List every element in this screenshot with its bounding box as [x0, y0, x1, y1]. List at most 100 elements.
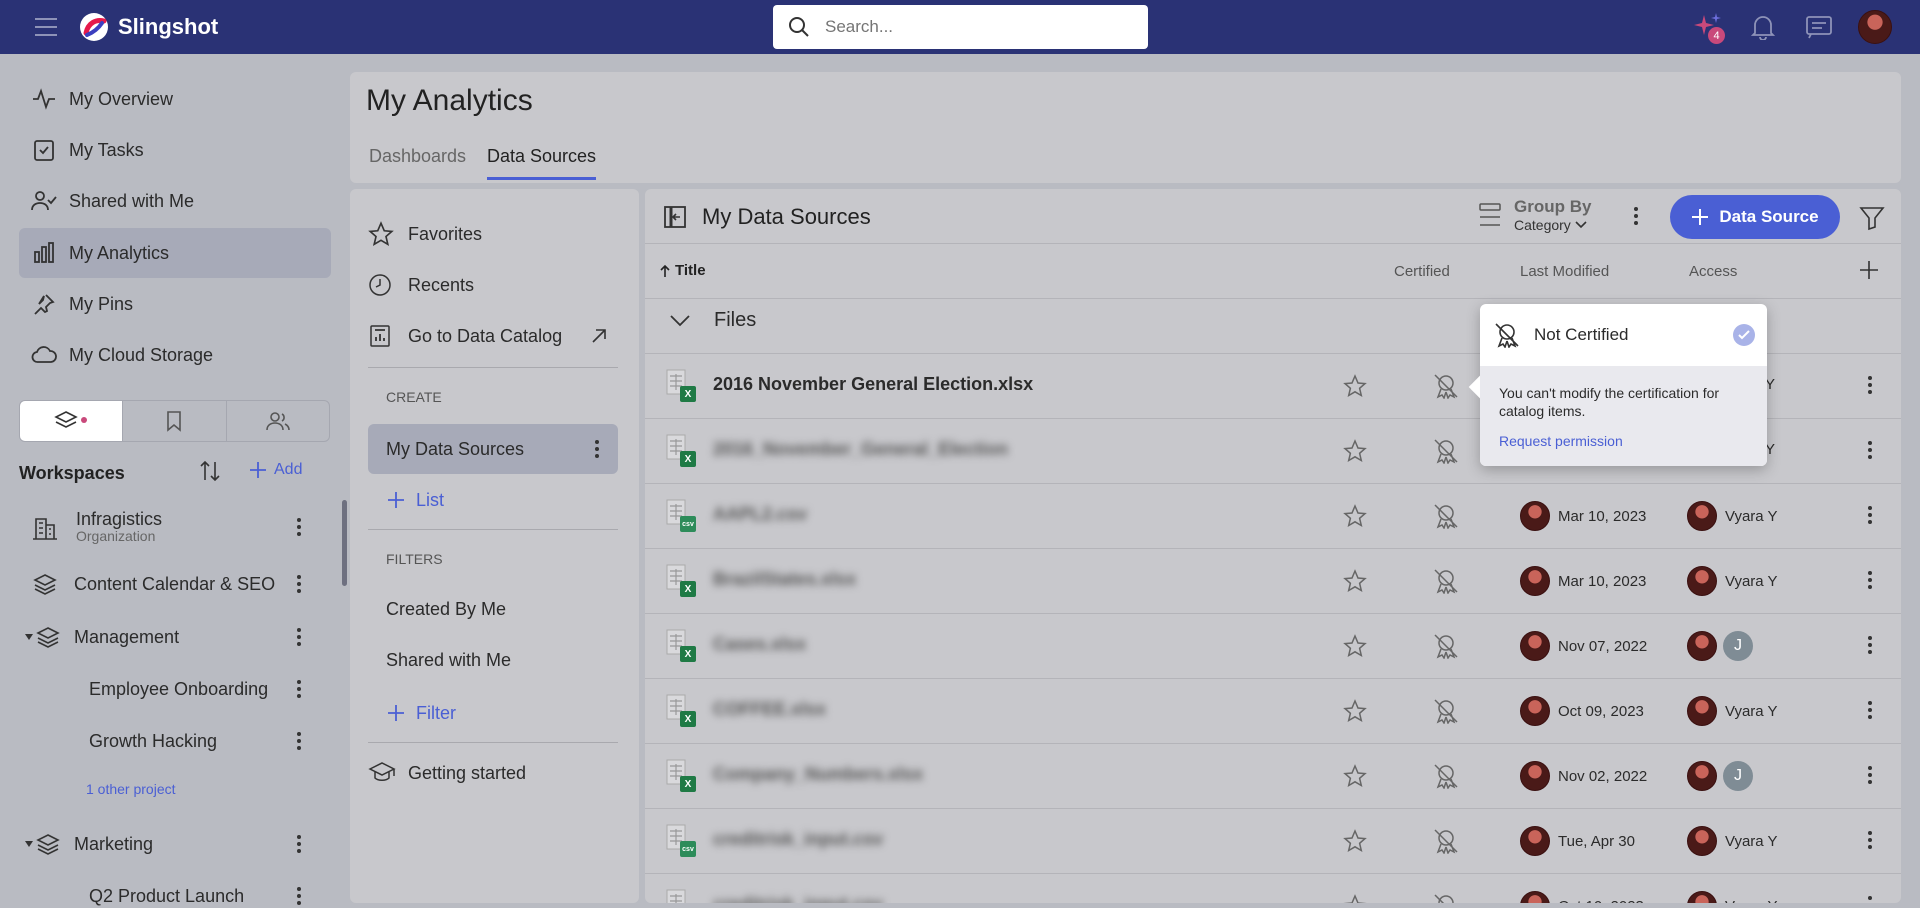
group-by-control[interactable]: Group By Category [1478, 198, 1591, 232]
nav-my-cloud-storage[interactable]: My Cloud Storage [19, 330, 331, 380]
more-options-icon[interactable] [296, 887, 302, 905]
more-options-icon[interactable] [1867, 506, 1873, 524]
favorite-star-icon[interactable] [1343, 439, 1367, 463]
workspace-marketing[interactable]: Marketing [0, 824, 330, 864]
favorite-star-icon[interactable] [1343, 569, 1367, 593]
favorite-star-icon[interactable] [1343, 374, 1367, 398]
more-options-icon[interactable] [296, 732, 302, 750]
more-options-icon[interactable] [1867, 896, 1873, 903]
hamburger-menu-icon[interactable] [34, 17, 58, 37]
table-row[interactable]: csv AAPL2.csv Mar 10, 2023 Vyara Y [645, 483, 1901, 548]
workspace-content-calendar[interactable]: Content Calendar & SEO [0, 564, 330, 604]
group-files-header[interactable]: Files [669, 309, 756, 332]
caret-down-icon[interactable] [24, 633, 34, 641]
more-options-icon[interactable] [296, 680, 302, 698]
notifications-bell-icon[interactable] [1751, 14, 1775, 40]
nav-my-analytics[interactable]: My Analytics [19, 228, 331, 278]
favorite-star-icon[interactable] [1343, 894, 1367, 903]
data-source-name[interactable]: AAPL2.csv [713, 504, 807, 525]
project-employee-onboarding[interactable]: Employee Onboarding [0, 669, 330, 709]
caret-down-icon[interactable] [24, 840, 34, 848]
table-row[interactable]: csv creditrisk_input.csv Oct 10, 2023 Vyara… [645, 873, 1901, 903]
nav-my-pins[interactable]: My Pins [19, 279, 331, 329]
not-certified-icon[interactable] [1433, 828, 1459, 854]
favorite-star-icon[interactable] [1343, 764, 1367, 788]
add-list-button[interactable]: List [386, 475, 636, 525]
filter-icon[interactable] [1859, 205, 1885, 231]
workspace-infragistics[interactable]: Infragistics Organization [0, 502, 330, 552]
ai-sparkle-button[interactable]: 4 [1692, 11, 1728, 47]
favorite-star-icon[interactable] [1343, 699, 1367, 723]
nav-my-tasks[interactable]: My Tasks [19, 125, 331, 175]
add-data-source-button[interactable]: Data Source [1670, 195, 1840, 239]
getting-started-item[interactable]: Getting started [368, 748, 618, 798]
not-certified-icon[interactable] [1433, 373, 1459, 399]
data-source-name[interactable]: creditrisk_input.csv [713, 829, 883, 850]
collapse-panel-icon[interactable] [663, 205, 687, 229]
other-projects-link[interactable]: 1 other project [0, 774, 330, 804]
not-certified-icon[interactable] [1433, 893, 1459, 903]
tab-bookmarks[interactable] [122, 401, 225, 441]
workspace-management[interactable]: Management [0, 617, 330, 657]
data-source-name[interactable]: 2016_November_General_Election [713, 439, 1008, 460]
favorite-star-icon[interactable] [1343, 829, 1367, 853]
add-column-icon[interactable] [1859, 260, 1879, 280]
table-row[interactable]: X Cases.xlsx Nov 07, 2022 J [645, 613, 1901, 678]
more-options-icon[interactable] [296, 518, 302, 536]
more-options-icon[interactable] [594, 440, 600, 458]
more-options-icon[interactable] [296, 835, 302, 853]
column-header-access[interactable]: Access [1689, 263, 1737, 280]
data-source-name[interactable]: creditrisk_input.csv [713, 894, 883, 903]
not-certified-icon[interactable] [1433, 438, 1459, 464]
nav-shared-with-me[interactable]: Shared with Me [19, 176, 331, 226]
tab-people[interactable] [225, 401, 329, 441]
add-filter-button[interactable]: Filter [386, 688, 636, 738]
created-by-me-filter[interactable]: Created By Me [386, 584, 636, 634]
column-header-last-modified[interactable]: Last Modified [1520, 263, 1609, 280]
my-data-sources-item[interactable]: My Data Sources [368, 424, 618, 474]
not-certified-icon[interactable] [1433, 568, 1459, 594]
more-options-icon[interactable] [1867, 571, 1873, 589]
sidebar-scrollbar[interactable] [342, 500, 347, 586]
column-header-certified[interactable]: Certified [1394, 263, 1450, 280]
tab-workspaces[interactable] [20, 401, 123, 441]
column-header-title[interactable]: Title [659, 262, 706, 279]
more-options-icon[interactable] [1867, 636, 1873, 654]
tab-dashboards[interactable]: Dashboards [369, 146, 466, 167]
more-options-icon[interactable] [1867, 376, 1873, 394]
table-row[interactable]: X BrazilStates.xlsx Mar 10, 2023 Vyara Y [645, 548, 1901, 613]
favorite-star-icon[interactable] [1343, 504, 1367, 528]
data-source-name[interactable]: Cases.xlsx [713, 634, 806, 655]
more-options-icon[interactable] [1867, 701, 1873, 719]
chat-icon[interactable] [1805, 15, 1833, 39]
sort-icon[interactable] [198, 459, 222, 483]
table-row[interactable]: X Company_Numbers.xlsx Nov 02, 2022 J [645, 743, 1901, 808]
tab-data-sources[interactable]: Data Sources [487, 146, 597, 180]
user-avatar[interactable] [1858, 10, 1892, 44]
nav-my-overview[interactable]: My Overview [19, 74, 331, 124]
not-certified-icon[interactable] [1433, 763, 1459, 789]
more-options-icon[interactable] [1633, 207, 1639, 225]
shared-with-me-filter[interactable]: Shared with Me [386, 635, 636, 685]
project-q2-product-launch[interactable]: Q2 Product Launch [0, 876, 330, 908]
not-certified-icon[interactable] [1433, 503, 1459, 529]
more-options-icon[interactable] [1867, 831, 1873, 849]
request-permission-link[interactable]: Request permission [1499, 433, 1623, 449]
recents-item[interactable]: Recents [368, 260, 618, 310]
favorite-star-icon[interactable] [1343, 634, 1367, 658]
more-options-icon[interactable] [1867, 441, 1873, 459]
not-certified-icon[interactable] [1433, 698, 1459, 724]
more-options-icon[interactable] [1867, 766, 1873, 784]
add-workspace-button[interactable]: Add [248, 460, 302, 480]
data-source-name[interactable]: Company_Numbers.xlsx [713, 764, 923, 785]
search-input[interactable] [825, 17, 1105, 37]
not-certified-icon[interactable] [1433, 633, 1459, 659]
table-row[interactable]: csv creditrisk_input.csv Tue, Apr 30 Vyara … [645, 808, 1901, 873]
search-bar[interactable] [773, 5, 1148, 49]
table-row[interactable]: X COFFEE.xlsx Oct 09, 2023 Vyara Y [645, 678, 1901, 743]
favorites-item[interactable]: Favorites [368, 209, 618, 259]
more-options-icon[interactable] [296, 628, 302, 646]
go-to-data-catalog-item[interactable]: Go to Data Catalog [368, 311, 618, 361]
data-source-name[interactable]: BrazilStates.xlsx [713, 569, 856, 590]
project-growth-hacking[interactable]: Growth Hacking [0, 721, 330, 761]
